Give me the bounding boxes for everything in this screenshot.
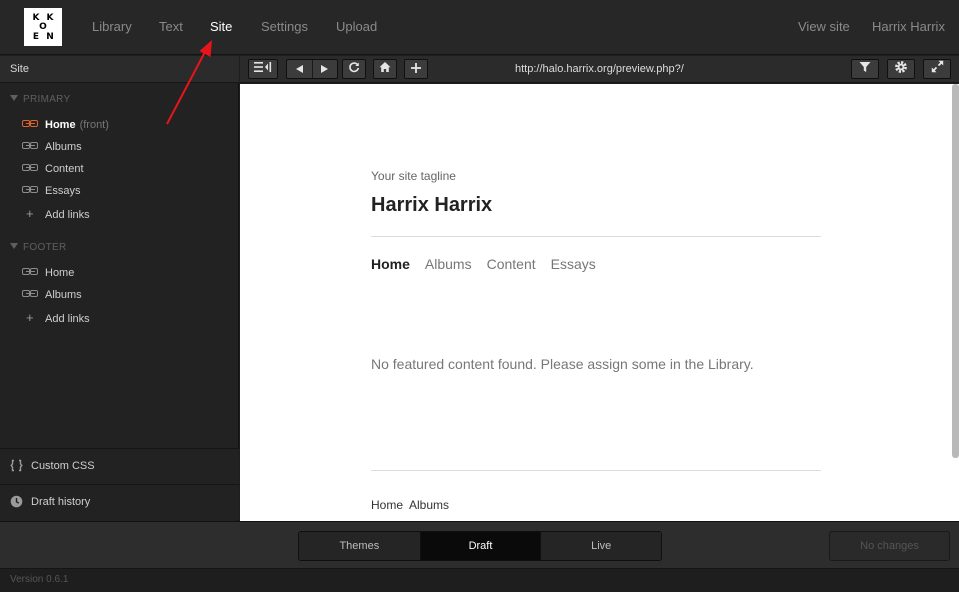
site-preview[interactable]: Your site tagline Harrix Harrix Home Albu… — [240, 84, 959, 521]
sidebar-title: Site — [0, 56, 239, 83]
footer-link-home[interactable]: Home — [22, 264, 74, 282]
filter-icon — [859, 60, 871, 78]
site-footer-albums[interactable]: Albums — [409, 498, 449, 512]
user-menu[interactable]: Harrix Harrix — [872, 0, 945, 55]
link-label: Content — [45, 163, 84, 175]
divider — [371, 470, 821, 471]
link-icon — [22, 164, 39, 171]
nav-settings[interactable]: Settings — [261, 0, 308, 55]
custom-css-button[interactable]: Custom CSS — [0, 448, 239, 484]
link-icon — [22, 142, 39, 149]
mode-switcher: Themes Draft Live — [298, 531, 662, 561]
toggle-sidebar-button[interactable] — [248, 59, 278, 79]
nav-upload[interactable]: Upload — [336, 0, 377, 55]
front-note: (front) — [79, 119, 109, 131]
primary-add-links[interactable]: + Add links — [26, 206, 90, 221]
add-links-label: Add links — [45, 209, 90, 221]
themes-tab[interactable]: Themes — [299, 532, 420, 560]
footer-section-header[interactable]: FOOTER — [10, 242, 66, 253]
gear-icon — [894, 60, 908, 79]
braces-icon — [10, 452, 23, 472]
section-label: PRIMARY — [23, 94, 71, 105]
bottom-bar: Themes Draft Live No changes — [0, 521, 959, 568]
divider — [371, 236, 821, 237]
site-nav-home[interactable]: Home — [371, 256, 410, 272]
home-button[interactable] — [373, 59, 397, 79]
add-page-button[interactable] — [404, 59, 428, 79]
site-sidebar: Site PRIMARY Home (front) Albums Content … — [0, 56, 239, 521]
koken-logo[interactable]: K K O E N — [24, 8, 62, 46]
collapse-triangle-icon — [10, 95, 18, 101]
expand-icon — [931, 60, 944, 78]
link-icon — [22, 290, 39, 297]
primary-link-content[interactable]: Content — [22, 160, 84, 178]
back-button[interactable] — [287, 60, 312, 78]
forward-arrow-icon — [321, 65, 329, 73]
primary-link-home[interactable]: Home (front) — [22, 116, 109, 134]
site-footer-navigation: Home Albums — [371, 498, 455, 512]
link-icon — [22, 120, 39, 127]
draft-history-button[interactable]: Draft history — [0, 484, 239, 520]
footer-add-links[interactable]: + Add links — [26, 310, 90, 325]
collapse-triangle-icon — [10, 243, 18, 249]
footer-link-albums[interactable]: Albums — [22, 286, 82, 304]
draft-tab[interactable]: Draft — [419, 532, 541, 560]
plus-icon — [411, 60, 421, 78]
nav-text[interactable]: Text — [159, 0, 183, 55]
live-tab[interactable]: Live — [540, 532, 661, 560]
logo-letter: O — [39, 22, 47, 32]
top-navigation: K K O E N Library Text Site Settings Upl… — [0, 0, 959, 55]
link-label: Albums — [45, 289, 82, 301]
home-icon — [379, 60, 391, 78]
preview-url: http://halo.harrix.org/preview.php?/ — [515, 63, 684, 75]
link-label: Home — [45, 267, 75, 279]
fullscreen-button[interactable] — [923, 59, 951, 79]
link-icon — [22, 268, 39, 275]
refresh-button[interactable] — [342, 59, 366, 79]
nav-library[interactable]: Library — [92, 0, 132, 55]
site-footer-home[interactable]: Home — [371, 498, 403, 512]
logo-letter: N — [46, 32, 54, 42]
site-title[interactable]: Harrix Harrix — [371, 194, 492, 217]
settings-button[interactable] — [887, 59, 915, 79]
back-arrow-icon — [295, 65, 303, 73]
draft-history-label: Draft history — [31, 496, 91, 508]
primary-link-essays[interactable]: Essays — [22, 182, 80, 200]
link-icon — [22, 186, 39, 193]
site-nav-content[interactable]: Content — [487, 256, 536, 272]
primary-link-albums[interactable]: Albums — [22, 138, 82, 156]
nav-site[interactable]: Site — [210, 0, 232, 55]
view-site-link[interactable]: View site — [798, 0, 850, 55]
link-label: Home — [45, 119, 76, 131]
site-tagline: Your site tagline — [371, 169, 456, 183]
link-label: Albums — [45, 141, 82, 153]
site-navigation: Home Albums Content Essays — [371, 256, 611, 272]
empty-content-message: No featured content found. Please assign… — [371, 356, 754, 372]
plus-icon: + — [26, 310, 34, 325]
filter-button[interactable] — [851, 59, 879, 79]
forward-button[interactable] — [311, 60, 337, 78]
site-nav-essays[interactable]: Essays — [551, 256, 596, 272]
link-label: Essays — [45, 185, 81, 197]
custom-css-label: Custom CSS — [31, 460, 95, 472]
primary-section-header[interactable]: PRIMARY — [10, 94, 70, 105]
clock-icon — [10, 488, 23, 508]
section-label: FOOTER — [23, 242, 67, 253]
site-nav-albums[interactable]: Albums — [425, 256, 472, 272]
preview-toolbar: http://halo.harrix.org/preview.php?/ — [240, 56, 959, 83]
refresh-icon — [348, 60, 360, 78]
no-changes-button: No changes — [829, 531, 950, 561]
sidebar-toggle-icon — [254, 60, 272, 78]
plus-icon: + — [26, 206, 34, 221]
status-bar: Version 0.6.1 — [0, 568, 959, 592]
preview-scrollbar[interactable] — [952, 84, 959, 458]
history-nav-group — [286, 59, 338, 79]
version-label: Version 0.6.1 — [10, 574, 69, 585]
logo-letter: E — [32, 32, 40, 42]
add-links-label: Add links — [45, 313, 90, 325]
